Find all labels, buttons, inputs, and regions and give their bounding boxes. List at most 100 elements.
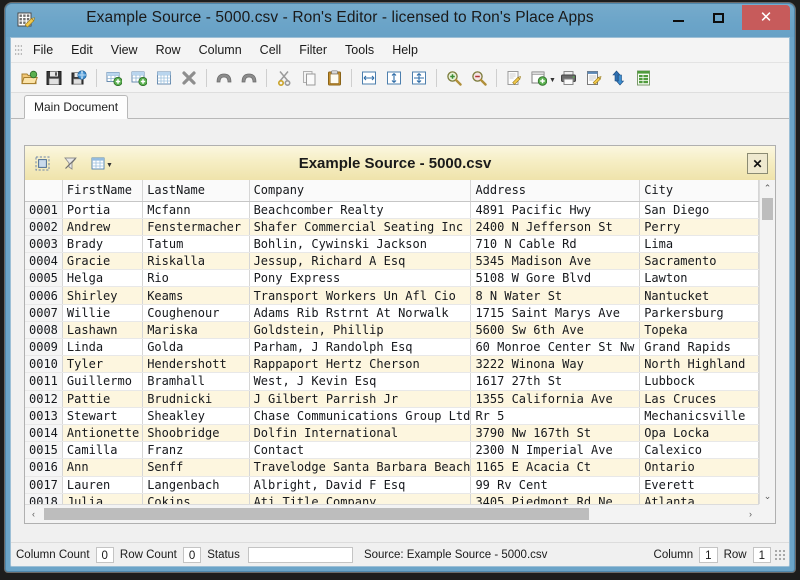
cell-company[interactable]: Goldstein, Phillip xyxy=(249,321,471,338)
menu-item-filter[interactable]: Filter xyxy=(290,40,336,60)
cell-first[interactable]: Lashawn xyxy=(62,321,142,338)
cell-city[interactable]: Perry xyxy=(640,218,759,235)
table-row[interactable]: 0002AndrewFenstermacherShafer Commercial… xyxy=(25,218,759,235)
table-row[interactable]: 0013StewartSheakleyChase Communications … xyxy=(25,407,759,424)
cell-last[interactable]: Tatum xyxy=(143,235,249,252)
row-header-cell[interactable]: 0003 xyxy=(25,235,62,252)
cell-last[interactable]: Brudnicki xyxy=(143,390,249,407)
cell-first[interactable]: Willie xyxy=(62,304,142,321)
cell-address[interactable]: 1165 E Acacia Ct xyxy=(471,459,640,476)
scroll-right-arrow-icon[interactable]: › xyxy=(742,505,759,523)
menu-item-cell[interactable]: Cell xyxy=(251,40,291,60)
cell-city[interactable]: Nantucket xyxy=(640,287,759,304)
menu-item-file[interactable]: File xyxy=(24,40,62,60)
select-all-icon[interactable] xyxy=(31,152,53,174)
cell-company[interactable]: Dolfin International xyxy=(249,424,471,441)
close-button[interactable]: ✕ xyxy=(742,5,790,30)
cell-address[interactable]: Rr 5 xyxy=(471,407,640,424)
cell-company[interactable]: Jessup, Richard A Esq xyxy=(249,253,471,270)
scroll-down-arrow-icon[interactable]: ⌄ xyxy=(760,488,775,504)
row-header-cell[interactable]: 0009 xyxy=(25,339,62,356)
paste-clipboard-icon[interactable] xyxy=(322,66,346,90)
cell-last[interactable]: Riskalla xyxy=(143,253,249,270)
cell-last[interactable]: Hendershott xyxy=(143,356,249,373)
cell-first[interactable]: Shirley xyxy=(62,287,142,304)
cell-city[interactable]: North Highland xyxy=(640,356,759,373)
cell-company[interactable]: Travelodge Santa Barbara Beach xyxy=(249,459,471,476)
cell-address[interactable]: 5345 Madison Ave xyxy=(471,253,640,270)
export-excel-icon[interactable] xyxy=(632,66,656,90)
cell-company[interactable]: Bohlin, Cywinski Jackson xyxy=(249,235,471,252)
cell-first[interactable]: Linda xyxy=(62,339,142,356)
row-header-cell[interactable]: 0005 xyxy=(25,270,62,287)
redo-icon[interactable] xyxy=(237,66,261,90)
cell-first[interactable]: Stewart xyxy=(62,407,142,424)
cell-city[interactable]: Grand Rapids xyxy=(640,339,759,356)
cell-address[interactable]: 3222 Winona Way xyxy=(471,356,640,373)
column-header-address[interactable]: Address xyxy=(471,180,640,201)
maximize-button[interactable] xyxy=(698,4,738,31)
menu-item-row[interactable]: Row xyxy=(147,40,190,60)
table-row[interactable]: 0010TylerHendershottRappaport Hertz Cher… xyxy=(25,356,759,373)
cell-last[interactable]: Shoobridge xyxy=(143,424,249,441)
horizontal-scroll-thumb[interactable] xyxy=(44,508,589,520)
cell-city[interactable]: Ontario xyxy=(640,459,759,476)
column-header-lastname[interactable]: LastName xyxy=(143,180,249,201)
table-row[interactable]: 0012PattieBrudnickiJ Gilbert Parrish Jr1… xyxy=(25,390,759,407)
cell-city[interactable]: Atlanta xyxy=(640,493,759,504)
cell-company[interactable]: Pony Express xyxy=(249,270,471,287)
cell-city[interactable]: Calexico xyxy=(640,442,759,459)
fit-width-icon[interactable] xyxy=(357,66,381,90)
cell-last[interactable]: Sheakley xyxy=(143,407,249,424)
cell-address[interactable]: 3790 Nw 167th St xyxy=(471,424,640,441)
edit-notes-icon[interactable] xyxy=(582,66,606,90)
cut-scissors-icon[interactable] xyxy=(272,66,296,90)
row-header-cell[interactable]: 0013 xyxy=(25,407,62,424)
vertical-scroll-thumb[interactable] xyxy=(762,198,773,220)
row-header-cell[interactable]: 0011 xyxy=(25,373,62,390)
row-header-cell[interactable]: 0006 xyxy=(25,287,62,304)
column-header-company[interactable]: Company xyxy=(249,180,471,201)
cell-last[interactable]: Golda xyxy=(143,339,249,356)
row-header-cell[interactable]: 0017 xyxy=(25,476,62,493)
save-disk-icon[interactable] xyxy=(42,66,66,90)
menu-item-column[interactable]: Column xyxy=(190,40,251,60)
minimize-button[interactable] xyxy=(658,4,698,31)
grid-icon[interactable] xyxy=(152,66,176,90)
cell-first[interactable]: Camilla xyxy=(62,442,142,459)
delete-x-icon[interactable] xyxy=(177,66,201,90)
cell-city[interactable]: Parkersburg xyxy=(640,304,759,321)
cell-company[interactable]: West, J Kevin Esq xyxy=(249,373,471,390)
cell-first[interactable]: Lauren xyxy=(62,476,142,493)
edit-page-icon[interactable] xyxy=(502,66,526,90)
cell-address[interactable]: 4891 Pacific Hwy xyxy=(471,201,640,218)
cell-city[interactable]: Las Cruces xyxy=(640,390,759,407)
undo-icon[interactable] xyxy=(212,66,236,90)
cell-address[interactable]: 99 Rv Cent xyxy=(471,476,640,493)
column-header-city[interactable]: City xyxy=(640,180,759,201)
column-header-rownum[interactable] xyxy=(25,180,62,201)
cell-address[interactable]: 5108 W Gore Blvd xyxy=(471,270,640,287)
row-header-cell[interactable]: 0016 xyxy=(25,459,62,476)
cell-city[interactable]: Mechanicsville xyxy=(640,407,759,424)
table-row[interactable]: 0008LashawnMariskaGoldstein, Phillip5600… xyxy=(25,321,759,338)
cell-city[interactable]: Opa Locka xyxy=(640,424,759,441)
row-header-cell[interactable]: 0015 xyxy=(25,442,62,459)
resize-grip-icon[interactable] xyxy=(774,549,786,561)
cell-company[interactable]: Contact xyxy=(249,442,471,459)
cell-company[interactable]: J Gilbert Parrish Jr xyxy=(249,390,471,407)
column-header-firstname[interactable]: FirstName xyxy=(62,180,142,201)
table-row[interactable]: 0001PortiaMcfannBeachcomber Realty4891 P… xyxy=(25,201,759,218)
cell-last[interactable]: Fenstermacher xyxy=(143,218,249,235)
table-row[interactable]: 0009LindaGoldaParham, J Randolph Esq60 M… xyxy=(25,339,759,356)
sort-updown-icon[interactable] xyxy=(607,66,631,90)
menu-item-tools[interactable]: Tools xyxy=(336,40,383,60)
cell-company[interactable]: Shafer Commercial Seating Inc xyxy=(249,218,471,235)
cell-last[interactable]: Franz xyxy=(143,442,249,459)
new-window-icon[interactable] xyxy=(527,66,551,90)
copy-icon[interactable] xyxy=(297,66,321,90)
cell-city[interactable]: San Diego xyxy=(640,201,759,218)
insert-row-icon[interactable] xyxy=(127,66,151,90)
cell-city[interactable]: Lima xyxy=(640,235,759,252)
table-row[interactable]: 0015CamillaFranzContact2300 N Imperial A… xyxy=(25,442,759,459)
